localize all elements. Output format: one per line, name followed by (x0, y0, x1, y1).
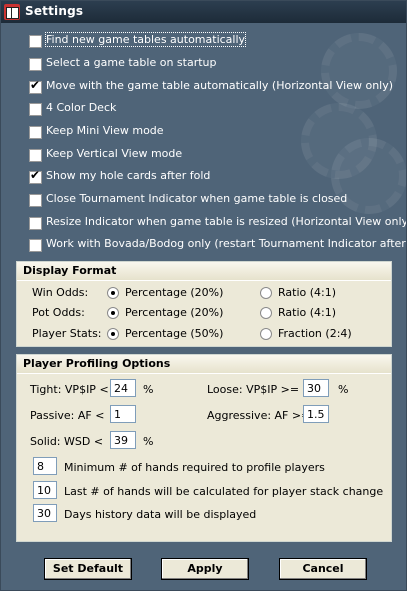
passive-label: Passive: AF < (30, 409, 105, 422)
pot-odds-label: Pot Odds: (32, 306, 85, 319)
option-label: Show my hole cards after fold (46, 169, 211, 182)
title-bar[interactable]: Settings (1, 1, 406, 23)
pot-odds-ratio-radio[interactable] (260, 307, 272, 319)
checkbox[interactable] (29, 35, 42, 48)
settings-content: Find new game tables automatically Selec… (1, 23, 406, 590)
checkbox[interactable] (29, 58, 42, 71)
win-odds-ratio-label: Ratio (4:1) (278, 286, 337, 299)
player-profiling-panel: Player Profiling Options Tight: VP$IP < … (16, 354, 392, 542)
cancel-button[interactable]: Cancel (279, 558, 367, 580)
option-label: Keep Mini View mode (46, 124, 164, 137)
pot-odds-ratio-label: Ratio (4:1) (278, 306, 337, 319)
last-hands-input[interactable]: 10 (33, 481, 57, 499)
cards-app-icon (4, 4, 20, 20)
tight-vpip-input[interactable]: 24 (110, 379, 136, 397)
loose-label: Loose: VP$IP >= (207, 383, 300, 396)
checkbox[interactable] (29, 149, 42, 162)
checkbox[interactable] (29, 168, 42, 184)
option-label: Move with the game table automatically (… (46, 79, 394, 92)
checkbox[interactable] (29, 194, 42, 207)
win-odds-percentage-label: Percentage (20%) (125, 286, 224, 299)
player-stats-fraction-label: Fraction (2:4) (278, 327, 352, 340)
checkbox[interactable] (29, 217, 42, 230)
loose-vpip-input[interactable]: 30 (303, 379, 329, 397)
set-default-button[interactable]: Set Default (44, 558, 132, 580)
pot-odds-percentage-label: Percentage (20%) (125, 306, 224, 319)
win-odds-percentage-radio[interactable] (107, 287, 119, 299)
solid-unit-label: % (143, 435, 154, 448)
option-label: Find new game tables automatically (44, 32, 247, 47)
days-history-label: Days history data will be displayed (64, 508, 257, 521)
player-stats-fraction-radio[interactable] (260, 328, 272, 340)
player-stats-percentage-label: Percentage (50%) (125, 327, 224, 340)
option-label: 4 Color Deck (46, 101, 117, 114)
checkbox[interactable] (29, 126, 42, 139)
win-odds-label: Win Odds: (32, 286, 89, 299)
player-stats-percentage-radio[interactable] (107, 328, 119, 340)
player-stats-label: Player Stats: (32, 327, 102, 340)
settings-window: Settings Find new game tables automatica… (0, 0, 407, 591)
checkbox[interactable] (29, 239, 42, 252)
option-label: Resize Indicator when game table is resi… (46, 215, 407, 228)
aggressive-label: Aggressive: AF >= (207, 409, 311, 422)
option-label: Close Tournament Indicator when game tab… (46, 192, 348, 205)
min-hands-input[interactable]: 8 (33, 457, 57, 475)
option-label: Work with Bovada/Bodog only (restart Tou… (46, 237, 406, 250)
tight-unit-label: % (143, 383, 154, 396)
win-odds-ratio-radio[interactable] (260, 287, 272, 299)
option-label: Keep Vertical View mode (46, 147, 183, 160)
checkbox[interactable] (29, 103, 42, 116)
solid-wsd-input[interactable]: 39 (110, 431, 136, 449)
poker-chip-decoration-icon (321, 33, 397, 109)
checkbox[interactable] (29, 78, 42, 94)
pot-odds-percentage-radio[interactable] (107, 307, 119, 319)
display-format-panel: Display Format Win Odds: Percentage (20%… (16, 261, 392, 347)
panel-header: Player Profiling Options (17, 355, 391, 374)
apply-button[interactable]: Apply (161, 558, 249, 580)
solid-label: Solid: WSD < (30, 435, 104, 448)
passive-af-input[interactable]: 1 (110, 405, 136, 423)
min-hands-label: Minimum # of hands required to profile p… (64, 461, 325, 474)
panel-title: Display Format (23, 264, 117, 277)
tight-label: Tight: VP$IP < (30, 383, 109, 396)
days-history-input[interactable]: 30 (33, 504, 57, 522)
option-label: Select a game table on startup (46, 56, 217, 69)
panel-title: Player Profiling Options (23, 357, 171, 370)
loose-unit-label: % (338, 383, 349, 396)
panel-header: Display Format (17, 262, 391, 281)
window-title: Settings (25, 4, 84, 18)
last-hands-label: Last # of hands will be calculated for p… (64, 485, 384, 498)
aggressive-af-input[interactable]: 1.5 (303, 405, 329, 423)
